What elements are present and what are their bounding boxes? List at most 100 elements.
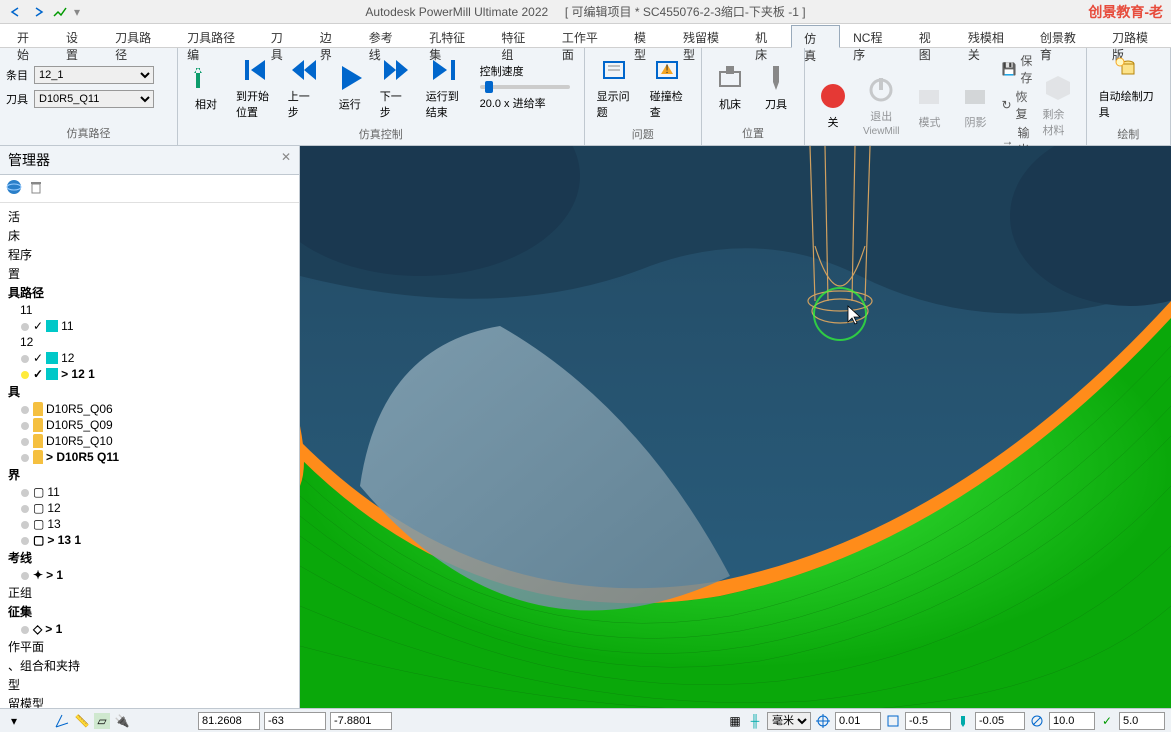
tol-input[interactable] bbox=[835, 712, 881, 730]
trash-icon[interactable] bbox=[28, 179, 44, 198]
grid-icon[interactable]: ▦ bbox=[727, 713, 743, 729]
menu-tab[interactable]: 刀具路径编 bbox=[174, 24, 258, 47]
menu-tab[interactable]: NC程序 bbox=[840, 24, 906, 47]
menu-tab[interactable]: 残模相关 bbox=[955, 24, 1027, 47]
v4-input[interactable] bbox=[1119, 712, 1165, 730]
menu-tab[interactable]: 边界 bbox=[307, 24, 356, 47]
menu-tab[interactable]: 模型 bbox=[621, 24, 670, 47]
target-icon[interactable] bbox=[815, 713, 831, 729]
menu-tab[interactable]: 刀具路径 bbox=[102, 24, 174, 47]
bulb-icon[interactable] bbox=[20, 535, 30, 545]
tool-icon bbox=[33, 450, 43, 464]
menu-tab[interactable]: 视图 bbox=[906, 24, 955, 47]
bulb-icon[interactable] bbox=[20, 420, 30, 430]
v3-input[interactable] bbox=[1049, 712, 1095, 730]
viewmill-material-button: 剩余材料 bbox=[1036, 68, 1080, 142]
tool-icon bbox=[33, 418, 43, 432]
coord-y-input[interactable] bbox=[264, 712, 326, 730]
bulb-icon[interactable] bbox=[20, 404, 30, 414]
tree-item: 活 bbox=[4, 207, 295, 226]
redo-icon[interactable] bbox=[30, 4, 46, 20]
tree-item: 正组 bbox=[4, 583, 295, 602]
viewmill-restore-button[interactable]: ↻恢复 bbox=[1001, 88, 1032, 122]
tree-item-active: ✓> 12 1 bbox=[4, 366, 295, 382]
to-end-button[interactable]: 运行到结束 bbox=[420, 50, 470, 124]
menu-tab[interactable]: 参考线 bbox=[356, 24, 417, 47]
speed-slider[interactable] bbox=[480, 85, 570, 89]
project-title: [ 可编辑项目 * SC455076-2-3缩口-下夹板 -1 ] bbox=[565, 5, 806, 19]
auto-draw-tool-button[interactable]: 自动绘制刀具 bbox=[1093, 50, 1164, 124]
tool-pos-button[interactable]: 刀具 bbox=[754, 58, 798, 116]
to-start-button[interactable]: 到开始位置 bbox=[230, 50, 280, 124]
tree-item: 界 bbox=[4, 465, 295, 484]
measure-icon[interactable]: 📏 bbox=[74, 713, 90, 729]
chart-icon[interactable] bbox=[52, 4, 68, 20]
axis-icon[interactable] bbox=[54, 713, 70, 729]
coord-x-input[interactable] bbox=[198, 712, 260, 730]
tree-item: ✓12 bbox=[4, 350, 295, 366]
menu-tab[interactable]: 工作平面 bbox=[549, 24, 621, 47]
v2-input[interactable] bbox=[975, 712, 1025, 730]
show-issues-button[interactable]: 显示问题 bbox=[591, 50, 642, 124]
bulb-icon[interactable] bbox=[20, 353, 30, 363]
boundary-icon: ▢ bbox=[33, 501, 44, 515]
menu-tab[interactable]: 孔特征集 bbox=[416, 24, 488, 47]
bulb-on-icon[interactable] bbox=[20, 369, 30, 379]
tool-select[interactable]: D10R5_Q11 bbox=[34, 90, 154, 108]
bulb-icon[interactable] bbox=[20, 436, 30, 446]
viewmill-save-button[interactable]: 💾保存 bbox=[1001, 52, 1032, 86]
menu-tab[interactable]: 残留模型 bbox=[670, 24, 742, 47]
qat-dropdown-icon[interactable]: ▾ bbox=[74, 5, 80, 19]
tool-icon bbox=[33, 434, 43, 448]
bulb-icon[interactable] bbox=[20, 519, 30, 529]
plane-icon[interactable]: ▱ bbox=[94, 713, 110, 729]
collision-check-button[interactable]: !碰撞检查 bbox=[644, 50, 695, 124]
viewmill-off-button[interactable]: 关 bbox=[811, 76, 855, 134]
menu-tab[interactable]: 特征组 bbox=[488, 24, 549, 47]
menu-tab[interactable]: 机床 bbox=[742, 24, 791, 47]
menu-tab[interactable]: 设置 bbox=[53, 24, 102, 47]
bulb-icon[interactable] bbox=[20, 452, 30, 462]
undo-icon[interactable] bbox=[8, 4, 24, 20]
thickness-icon[interactable] bbox=[885, 713, 901, 729]
diameter-icon[interactable] bbox=[1029, 713, 1045, 729]
menu-tab[interactable]: 刀路模版 bbox=[1099, 24, 1171, 47]
unit-select[interactable]: 毫米 bbox=[767, 712, 811, 730]
dropdown-icon[interactable]: ▾ bbox=[6, 713, 22, 729]
run-button[interactable]: 运行 bbox=[328, 58, 372, 116]
viewport-3d[interactable] bbox=[300, 146, 1171, 708]
pattern-icon: ✦ bbox=[33, 568, 43, 582]
bulb-icon[interactable] bbox=[20, 624, 30, 634]
tree-item: 征集 bbox=[4, 602, 295, 621]
connect-icon[interactable]: 🔌 bbox=[114, 713, 130, 729]
entry-select[interactable]: 12_1 bbox=[34, 66, 154, 84]
tree-item: 、组合和夹持 bbox=[4, 656, 295, 675]
feed-label: 20.0 x 进给率 bbox=[480, 95, 570, 111]
tree-item: 考线 bbox=[4, 548, 295, 567]
menu-tab[interactable]: 创景教育 bbox=[1027, 24, 1099, 47]
tool-small-icon[interactable] bbox=[955, 713, 971, 729]
globe-icon[interactable] bbox=[6, 179, 22, 198]
check-icon[interactable]: ✓ bbox=[1099, 713, 1115, 729]
menu-tab[interactable]: 开始 bbox=[4, 24, 53, 47]
tree-body[interactable]: 活 床 程序 置 具路径 11 ✓11 12 ✓12 ✓> 12 1 具 D10… bbox=[0, 203, 299, 708]
ruler-icon[interactable]: ╫ bbox=[747, 713, 763, 729]
tree-item: 12 bbox=[4, 334, 295, 350]
next-step-button[interactable]: 下一步 bbox=[374, 50, 418, 124]
machine-pos-button[interactable]: 机床 bbox=[708, 58, 752, 116]
menu-tab[interactable]: 仿真 bbox=[791, 25, 840, 48]
menu-tab[interactable]: 刀具 bbox=[258, 24, 307, 47]
group-position-label: 位置 bbox=[708, 123, 798, 143]
bulb-icon[interactable] bbox=[20, 321, 30, 331]
close-icon[interactable]: ✕ bbox=[281, 150, 291, 170]
tree-item: 留模型 bbox=[4, 694, 295, 708]
menu-tabs: 开始设置刀具路径刀具路径编刀具边界参考线孔特征集特征组工作平面模型残留模型机床仿… bbox=[0, 24, 1171, 48]
v1-input[interactable] bbox=[905, 712, 951, 730]
boundary-icon: ▢ bbox=[33, 485, 44, 499]
bulb-icon[interactable] bbox=[20, 487, 30, 497]
prev-step-button[interactable]: 上一步 bbox=[282, 50, 326, 124]
coord-z-input[interactable] bbox=[330, 712, 392, 730]
relative-button[interactable]: 相对 bbox=[184, 58, 228, 116]
bulb-icon[interactable] bbox=[20, 570, 30, 580]
bulb-icon[interactable] bbox=[20, 503, 30, 513]
